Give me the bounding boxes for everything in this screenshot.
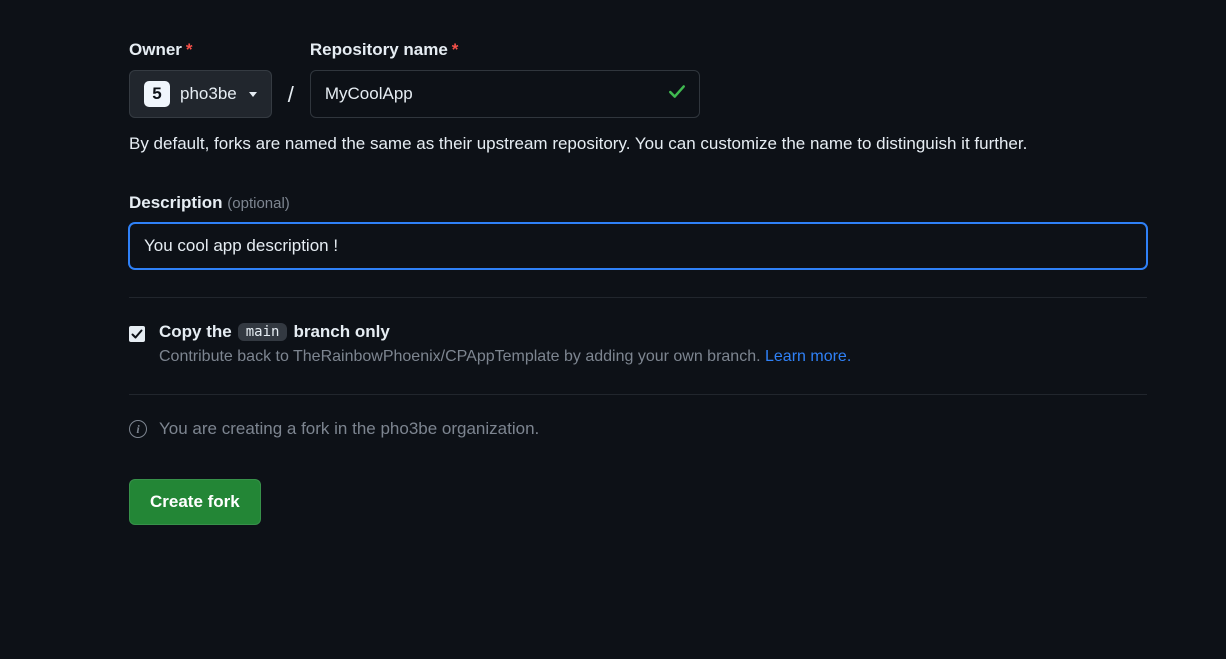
caret-down-icon — [249, 92, 257, 97]
required-asterisk: * — [186, 40, 193, 59]
owner-select-button[interactable]: 5 pho3be — [129, 70, 272, 118]
optional-hint: (optional) — [227, 195, 290, 212]
owner-label: Owner* — [129, 40, 272, 60]
repo-name-label: Repository name* — [310, 40, 700, 60]
copy-branch-checkbox[interactable] — [129, 326, 145, 342]
description-label: Description (optional) — [129, 193, 1147, 213]
repo-name-input[interactable] — [310, 70, 700, 118]
check-icon — [668, 83, 686, 106]
copy-branch-label: Copy the main branch only — [159, 322, 1147, 342]
learn-more-link[interactable]: Learn more. — [765, 348, 851, 365]
divider — [129, 394, 1147, 395]
branch-tag: main — [238, 323, 288, 341]
create-fork-button[interactable]: Create fork — [129, 479, 261, 525]
info-icon: i — [129, 420, 147, 438]
owner-avatar: 5 — [144, 81, 170, 107]
info-text: You are creating a fork in the pho3be or… — [159, 419, 539, 439]
owner-name: pho3be — [180, 84, 237, 104]
divider — [129, 297, 1147, 298]
description-input[interactable] — [129, 223, 1147, 269]
copy-branch-help: Contribute back to TheRainbowPhoenix/CPA… — [159, 348, 1147, 366]
required-asterisk: * — [452, 40, 459, 59]
repo-name-help: By default, forks are named the same as … — [129, 130, 1147, 157]
slash-separator: / — [272, 82, 310, 118]
